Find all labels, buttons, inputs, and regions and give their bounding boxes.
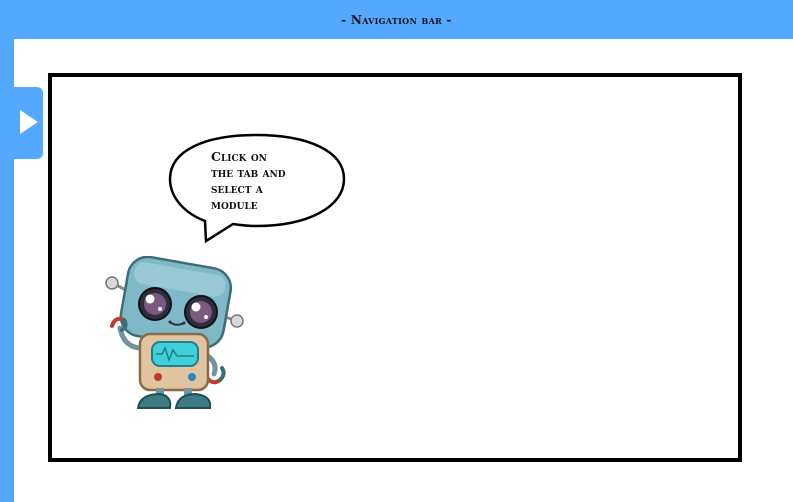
speech-line: select a	[211, 181, 263, 196]
module-tab-toggle[interactable]	[0, 87, 43, 159]
speech-line: the tab and	[211, 165, 286, 180]
speech-line: Click on	[211, 149, 267, 164]
navigation-bar-title: - Navigation bar -	[341, 12, 452, 27]
navigation-bar: - Navigation bar -	[0, 0, 793, 39]
robot-mascot-icon	[105, 256, 244, 409]
speech-line: module	[211, 197, 258, 212]
play-triangle-icon	[20, 110, 38, 134]
speech-bubble-text: Click on the tab and select a module	[211, 149, 326, 213]
